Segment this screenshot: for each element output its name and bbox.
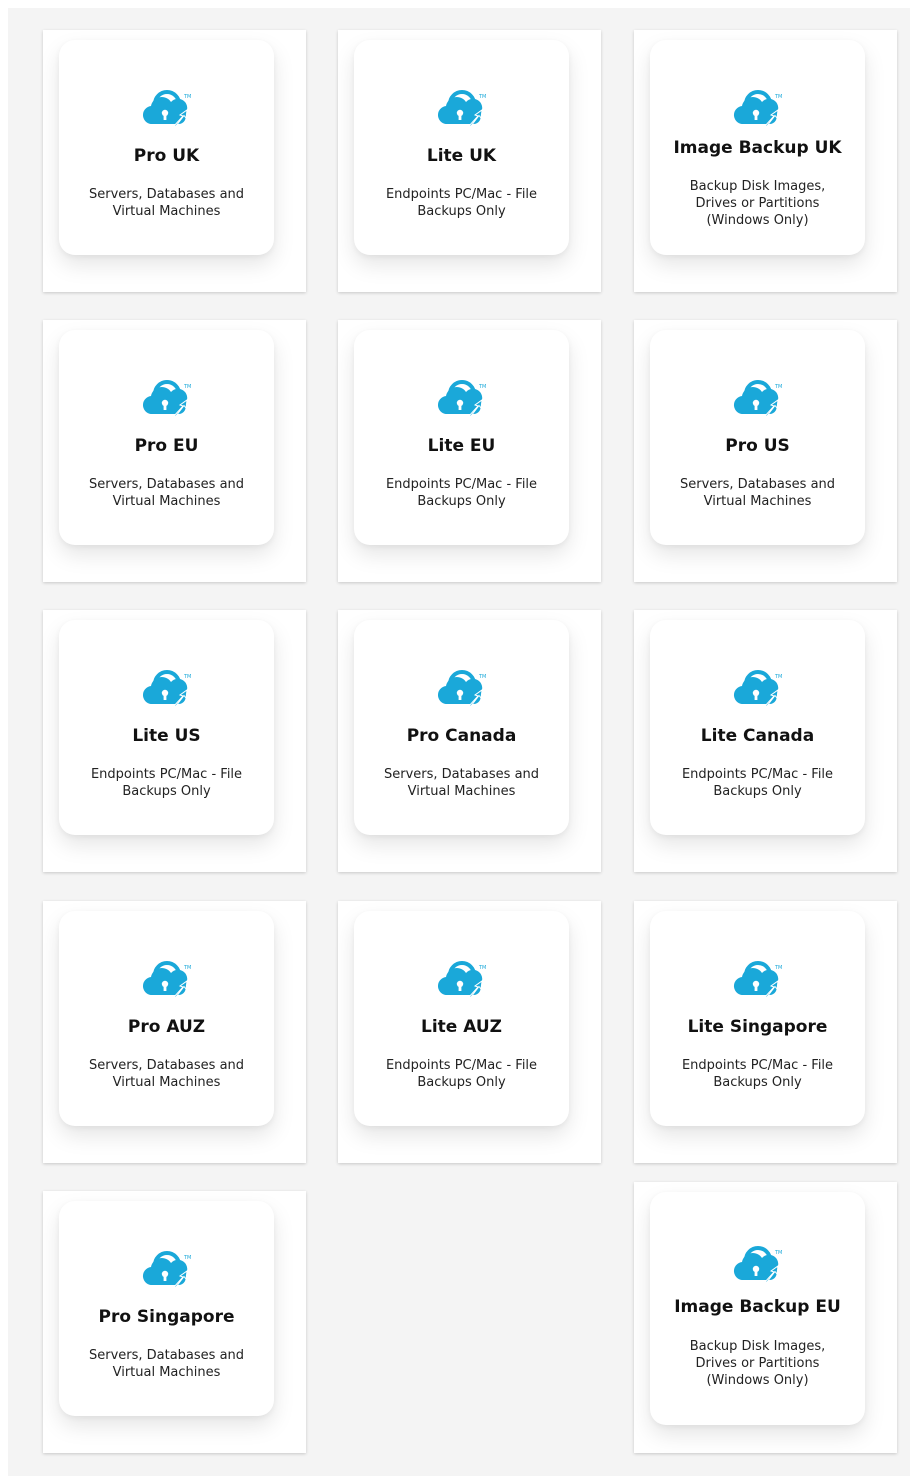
- product-title: Image Backup UK: [673, 138, 842, 158]
- svg-text:TM: TM: [774, 384, 782, 390]
- product-title: Lite EU: [427, 436, 496, 456]
- product-card[interactable]: TM Pro Singapore Servers, Databases and Vi…: [59, 1201, 274, 1416]
- product-tile: TM Pro EU Servers, Databases and Virtual M…: [43, 320, 306, 582]
- product-description: Endpoints PC/Mac - File Backups Only: [681, 1058, 834, 1090]
- product-tile: TM Lite US Endpoints PC/Mac - File Backups…: [43, 610, 306, 872]
- svg-text:TM: TM: [478, 94, 486, 100]
- svg-text:TM: TM: [774, 674, 782, 680]
- product-card[interactable]: TM Image Backup EU Backup Disk Images, Dri…: [650, 1192, 865, 1425]
- product-card[interactable]: TM Pro EU Servers, Databases and Virtual M…: [59, 330, 274, 545]
- product-title: Lite AUZ: [421, 1017, 502, 1037]
- product-description: Endpoints PC/Mac - File Backups Only: [385, 187, 538, 219]
- product-card[interactable]: TM Image Backup UK Backup Disk Images, Dri…: [650, 40, 865, 255]
- cloud-lock-icon: TM: [436, 370, 488, 420]
- svg-text:TM: TM: [774, 1250, 782, 1256]
- product-title: Lite Singapore: [687, 1017, 828, 1037]
- product-card[interactable]: TM Pro UK Servers, Databases and Virtual M…: [59, 40, 274, 255]
- product-card[interactable]: TM Pro AUZ Servers, Databases and Virtual …: [59, 911, 274, 1126]
- svg-text:TM: TM: [183, 965, 191, 971]
- cloud-lock-icon: TM: [141, 80, 193, 130]
- product-tile: TM Lite Canada Endpoints PC/Mac - File Bac…: [634, 610, 897, 872]
- cloud-lock-icon: TM: [732, 370, 784, 420]
- product-tile: TM Pro Singapore Servers, Databases and Vi…: [43, 1191, 306, 1453]
- cloud-lock-icon: TM: [436, 80, 488, 130]
- svg-text:TM: TM: [183, 384, 191, 390]
- svg-text:TM: TM: [774, 94, 782, 100]
- product-card[interactable]: TM Lite US Endpoints PC/Mac - File Backups…: [59, 620, 274, 835]
- product-tile: TM Lite EU Endpoints PC/Mac - File Backups…: [338, 320, 601, 582]
- product-card[interactable]: TM Lite Canada Endpoints PC/Mac - File Bac…: [650, 620, 865, 835]
- product-tile: TM Pro AUZ Servers, Databases and Virtual …: [43, 901, 306, 1163]
- product-title: Pro AUZ: [127, 1017, 206, 1037]
- product-tile: TM Pro US Servers, Databases and Virtual M…: [634, 320, 897, 582]
- product-title: Pro UK: [133, 146, 200, 166]
- product-title: Image Backup EU: [674, 1297, 841, 1317]
- cloud-lock-icon: TM: [141, 660, 193, 710]
- product-title: Pro Canada: [406, 726, 517, 746]
- svg-text:TM: TM: [774, 965, 782, 971]
- cloud-lock-icon: TM: [732, 80, 784, 130]
- product-description: Servers, Databases and Virtual Machines: [88, 477, 245, 509]
- product-tile: TM Image Backup UK Backup Disk Images, Dri…: [634, 30, 897, 292]
- svg-text:TM: TM: [183, 94, 191, 100]
- product-card[interactable]: TM Lite Singapore Endpoints PC/Mac - File …: [650, 911, 865, 1126]
- cloud-lock-icon: TM: [141, 1241, 193, 1291]
- product-tile: TM Image Backup EU Backup Disk Images, Dri…: [634, 1182, 897, 1453]
- product-description: Servers, Databases and Virtual Machines: [88, 1058, 245, 1090]
- product-card[interactable]: TM Lite AUZ Endpoints PC/Mac - File Backup…: [354, 911, 569, 1126]
- product-grid: TM Pro UK Servers, Databases and Virtual M…: [8, 8, 910, 1476]
- svg-text:TM: TM: [478, 384, 486, 390]
- product-title: Pro Singapore: [98, 1307, 235, 1327]
- product-tile: TM Pro Canada Servers, Databases and Virtu…: [338, 610, 601, 872]
- product-tile: TM Pro UK Servers, Databases and Virtual M…: [43, 30, 306, 292]
- product-tile: TM Lite AUZ Endpoints PC/Mac - File Backup…: [338, 901, 601, 1163]
- cloud-lock-icon: TM: [732, 1236, 784, 1286]
- cloud-lock-icon: TM: [141, 370, 193, 420]
- svg-text:TM: TM: [478, 965, 486, 971]
- product-description: Servers, Databases and Virtual Machines: [88, 1348, 245, 1380]
- product-description: Endpoints PC/Mac - File Backups Only: [385, 1058, 538, 1090]
- product-description: Endpoints PC/Mac - File Backups Only: [385, 477, 538, 509]
- cloud-lock-icon: TM: [436, 660, 488, 710]
- cloud-lock-icon: TM: [141, 951, 193, 1001]
- svg-text:TM: TM: [183, 674, 191, 680]
- product-description: Servers, Databases and Virtual Machines: [88, 187, 245, 219]
- cloud-lock-icon: TM: [732, 951, 784, 1001]
- product-title: Lite UK: [426, 146, 497, 166]
- product-description: Servers, Databases and Virtual Machines: [383, 767, 540, 799]
- product-title: Pro US: [725, 436, 790, 456]
- product-card[interactable]: TM Lite UK Endpoints PC/Mac - File Backups…: [354, 40, 569, 255]
- product-title: Lite Canada: [700, 726, 815, 746]
- svg-text:TM: TM: [478, 674, 486, 680]
- product-card[interactable]: TM Pro Canada Servers, Databases and Virtu…: [354, 620, 569, 835]
- product-card[interactable]: TM Lite EU Endpoints PC/Mac - File Backups…: [354, 330, 569, 545]
- cloud-lock-icon: TM: [436, 951, 488, 1001]
- product-title: Lite US: [132, 726, 201, 746]
- product-description: Endpoints PC/Mac - File Backups Only: [90, 767, 243, 799]
- svg-text:TM: TM: [183, 1255, 191, 1261]
- product-tile: TM Lite UK Endpoints PC/Mac - File Backups…: [338, 30, 601, 292]
- product-title: Pro EU: [134, 436, 199, 456]
- product-description: Servers, Databases and Virtual Machines: [679, 477, 836, 509]
- product-tile: TM Lite Singapore Endpoints PC/Mac - File …: [634, 901, 897, 1163]
- cloud-lock-icon: TM: [732, 660, 784, 710]
- product-description: Endpoints PC/Mac - File Backups Only: [681, 767, 834, 799]
- product-card[interactable]: TM Pro US Servers, Databases and Virtual M…: [650, 330, 865, 545]
- product-description: Backup Disk Images, Drives or Partitions…: [689, 1339, 826, 1388]
- product-description: Backup Disk Images, Drives or Partitions…: [689, 179, 826, 228]
